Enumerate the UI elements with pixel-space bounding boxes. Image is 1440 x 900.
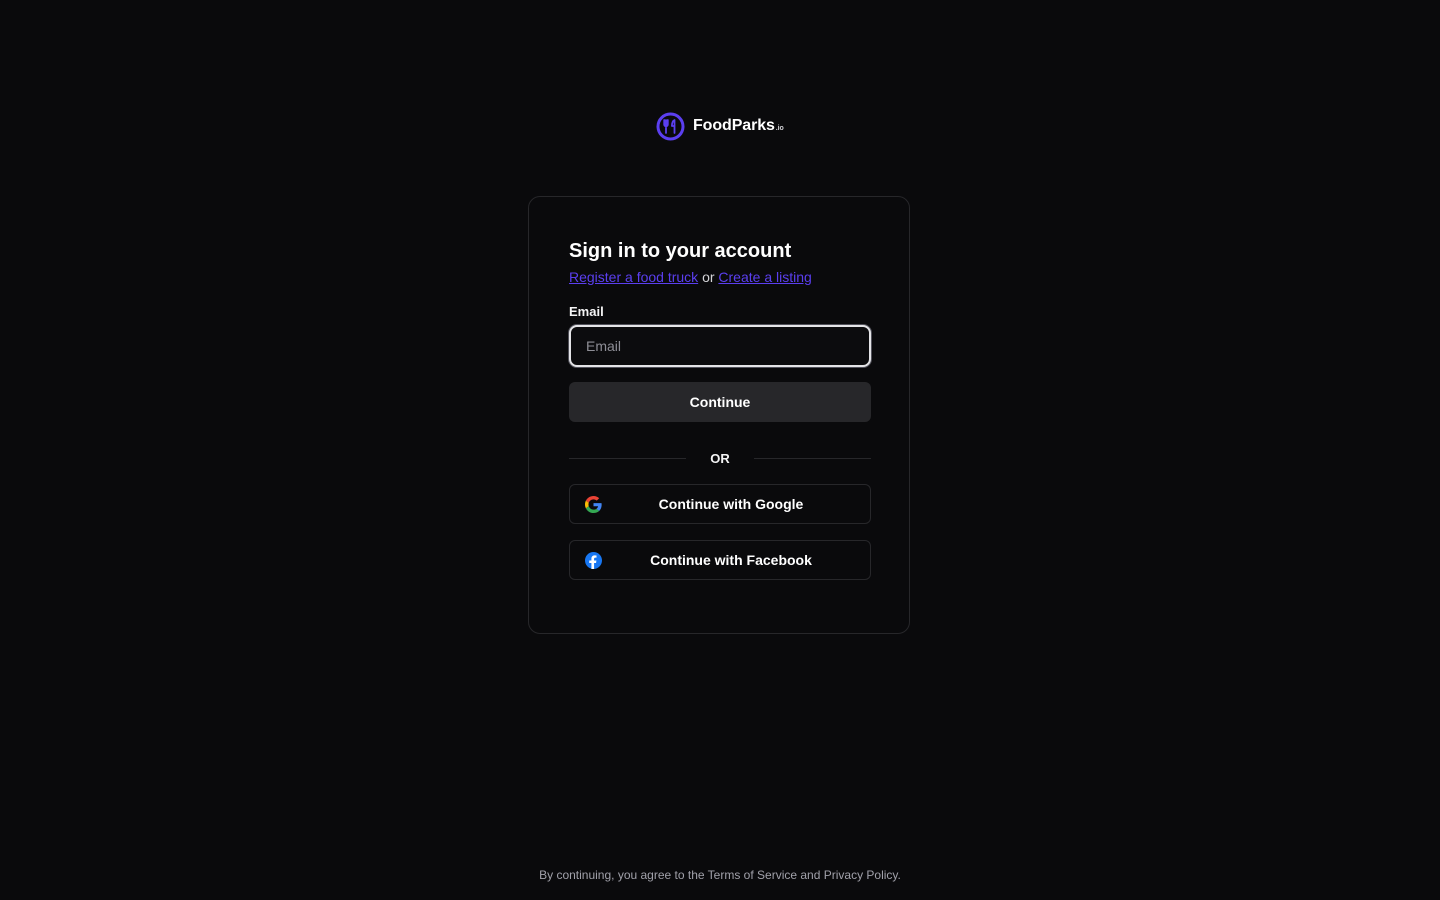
privacy-policy-link[interactable]: Privacy Policy [824, 868, 898, 882]
email-field[interactable] [571, 327, 869, 365]
divider-line-left [569, 457, 687, 459]
terms-of-service-link[interactable]: Terms of Service [708, 868, 797, 882]
or-divider: OR [569, 448, 871, 468]
divider-line-right [753, 457, 871, 459]
google-button-label: Continue with Google [658, 496, 804, 512]
create-listing-link[interactable]: Create a listing [718, 269, 811, 285]
brand-header[interactable]: FoodParks .io [656, 110, 784, 142]
continue-button[interactable]: Continue [569, 382, 871, 422]
continue-with-google-button[interactable]: Continue with Google [569, 484, 871, 524]
sign-in-page: FoodParks .io Sign in to your account Reg… [0, 0, 1440, 900]
sign-in-subtitle: Register a food truck or Create a listin… [569, 267, 869, 287]
google-icon [585, 496, 602, 513]
continue-with-facebook-button[interactable]: Continue with Facebook [569, 540, 871, 580]
brand-name: FoodParks .io [693, 117, 784, 135]
facebook-icon [585, 552, 602, 569]
legal-footer: By continuing, you agree to the Terms of… [0, 866, 1440, 884]
brand-suffix: .io [775, 125, 784, 132]
divider-or-text: OR [710, 450, 730, 466]
fork-knife-icon [656, 112, 685, 141]
subtitle-or-text: or [702, 269, 715, 285]
email-field-wrapper [569, 325, 871, 367]
page-title: Sign in to your account [569, 240, 792, 262]
footer-suffix: . [897, 868, 901, 882]
email-label: Email [569, 304, 604, 319]
footer-and: and [797, 868, 824, 882]
footer-prefix: By continuing, you agree to the [539, 868, 708, 882]
sign-in-card: Sign in to your account Register a food … [528, 196, 910, 634]
register-food-truck-link[interactable]: Register a food truck [569, 269, 698, 285]
facebook-button-label: Continue with Facebook [650, 552, 812, 568]
brand-name-text: FoodParks [693, 117, 775, 134]
